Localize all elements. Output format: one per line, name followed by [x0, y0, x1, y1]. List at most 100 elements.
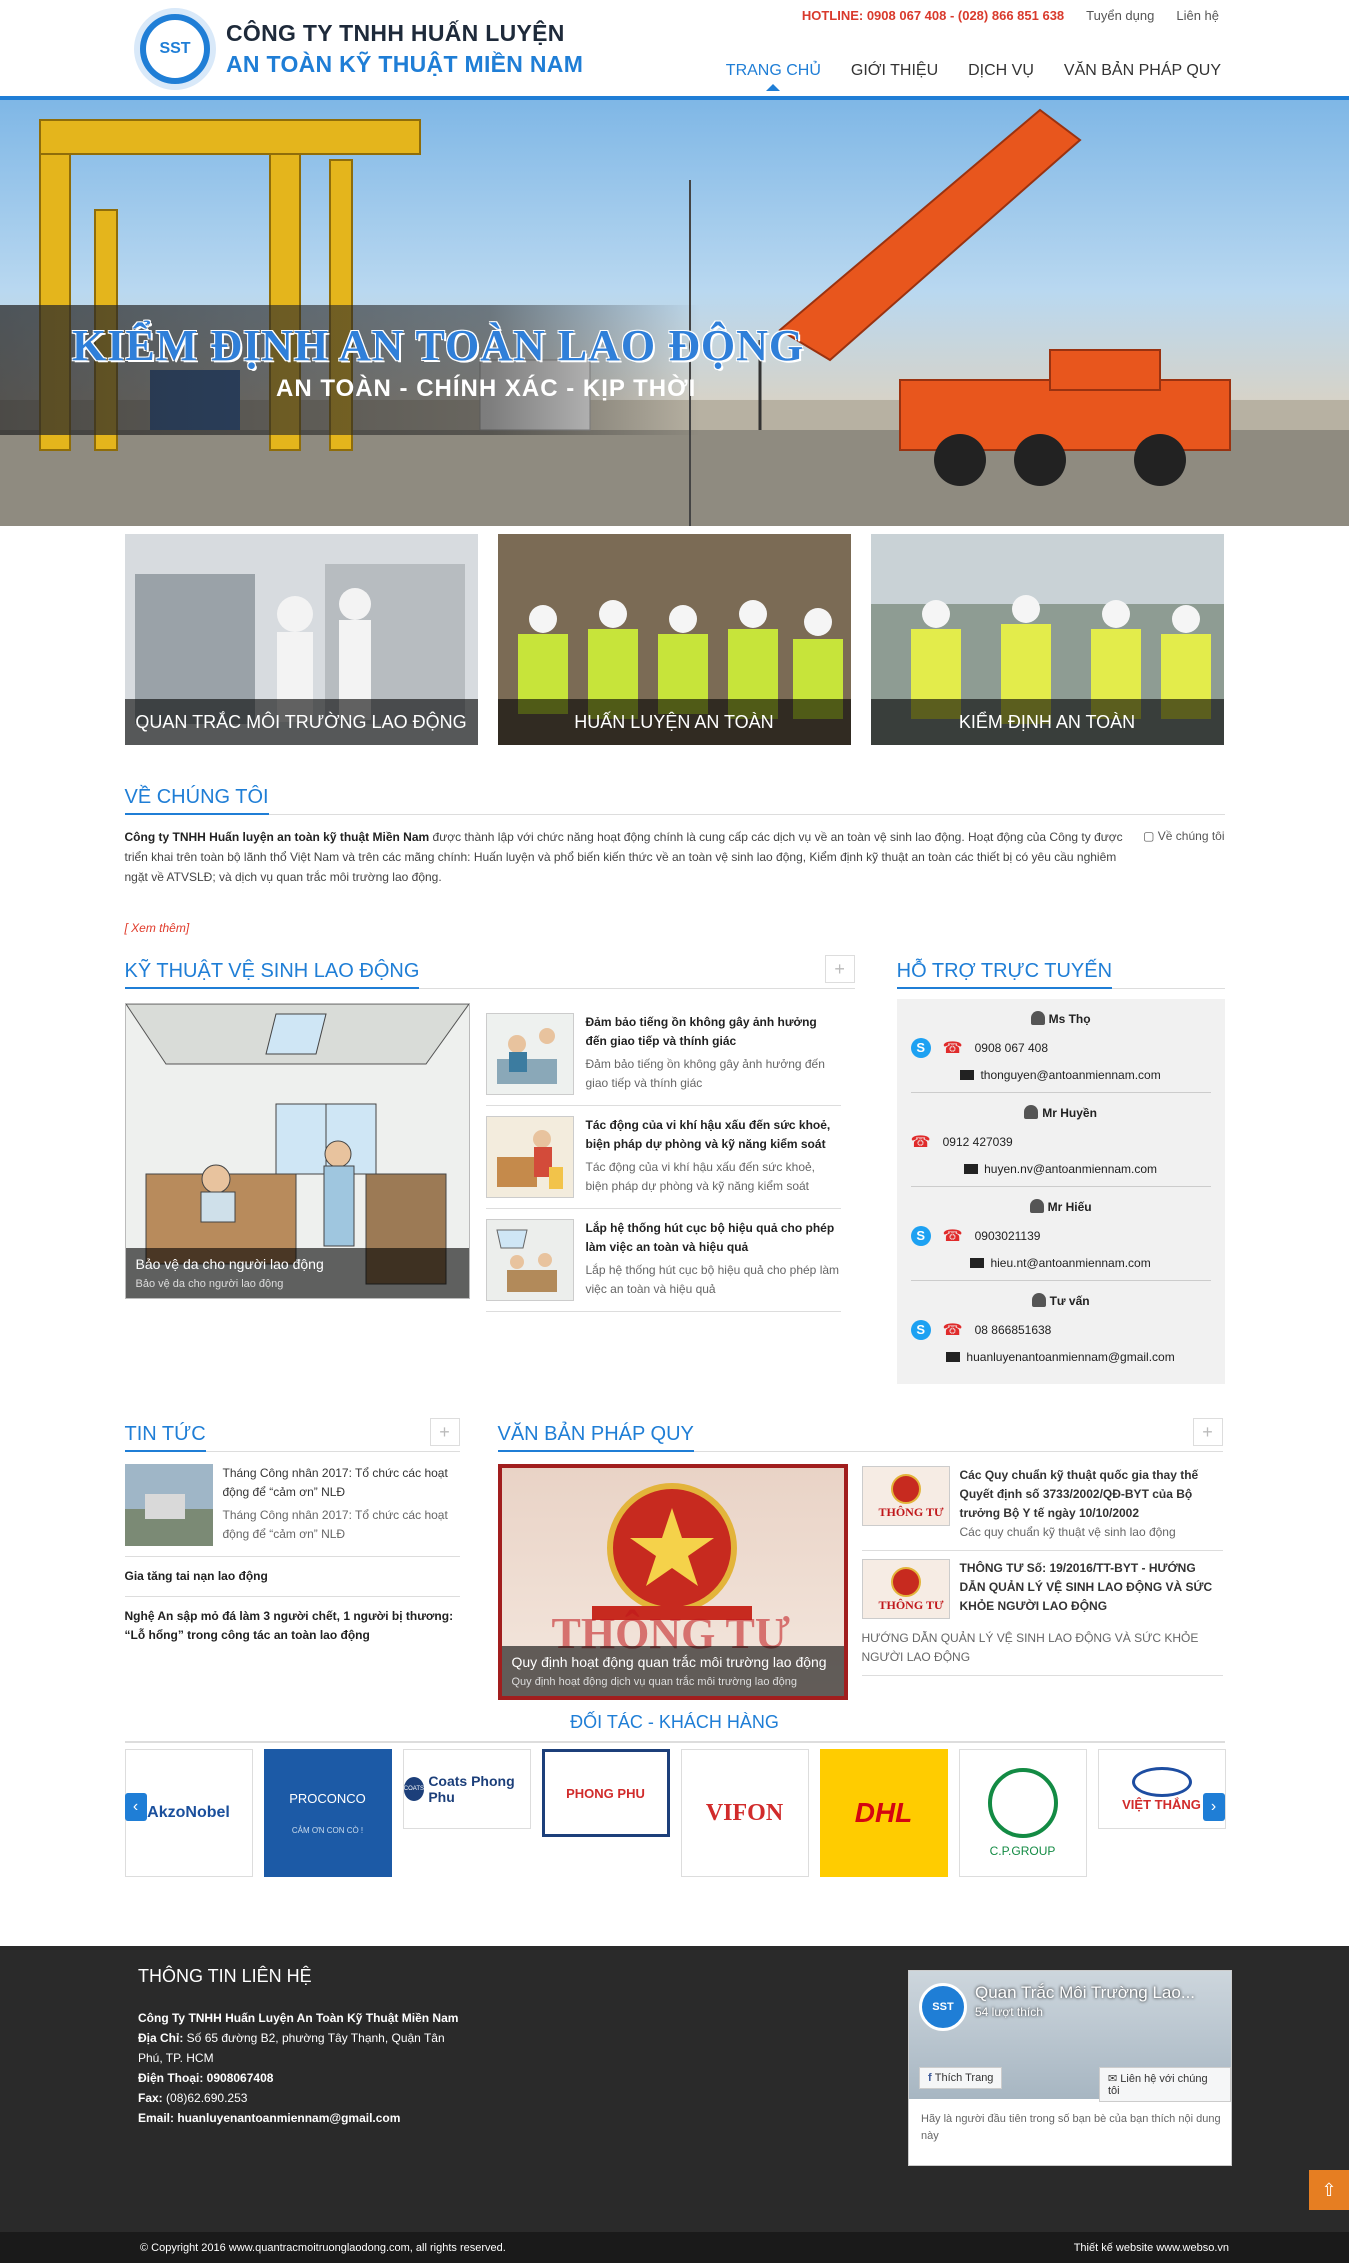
skype-icon[interactable]: S [910, 1226, 931, 1246]
partner-logo-coats[interactable]: COATS Coats Phong Phu [402, 1749, 531, 1829]
article-title[interactable]: Lắp hệ thống hút cục bộ hiệu quả cho phé… [586, 1219, 841, 1257]
footer-phone-label: Điện Thoại: [138, 2071, 204, 2085]
law-thumbnail: THÔNG TƯ [861, 1559, 950, 1619]
about-more-link[interactable]: [ Xem thêm] [125, 921, 1225, 935]
service-huan-luyen[interactable]: HUẤN LUYỆN AN TOÀN [497, 534, 851, 745]
footer-fax-label: Fax: [138, 2091, 163, 2105]
news-more-button[interactable]: + [429, 1418, 460, 1446]
service-kiem-dinh[interactable]: KIỂM ĐỊNH AN TOÀN [870, 534, 1224, 745]
news-first-item[interactable]: Tháng Công nhân 2017: Tổ chức các hoạt đ… [124, 1452, 460, 1557]
fb-page-logo[interactable]: SST [919, 1983, 967, 2031]
service-caption: KIỂM ĐỊNH AN TOÀN [870, 699, 1224, 745]
top-bar: HOTLINE: 0908 067 408 - (028) 866 851 63… [802, 8, 1219, 23]
law-feature[interactable]: THÔNG TƯ Quy định hoạt động quan trắc mô… [497, 1464, 848, 1700]
article-title[interactable]: Đảm bảo tiếng ồn không gây ảnh hưởng đến… [586, 1013, 841, 1051]
ktvs-feature-title[interactable]: Bảo vệ da cho người lao động [136, 1256, 459, 1272]
nav-trang-chu[interactable]: TRANG CHỦ [726, 62, 821, 91]
ktvs-title: KỸ THUẬT VỆ SINH LAO ĐỘNG [124, 960, 420, 989]
partner-logo-phongphu[interactable]: PHONG PHU [541, 1749, 670, 1837]
list-item[interactable]: Lắp hệ thống hút cục bộ hiệu quả cho phé… [485, 1209, 841, 1312]
user-icon [1030, 1011, 1045, 1025]
carousel-next-button[interactable]: › [1202, 1793, 1225, 1821]
support-email[interactable]: huyen.nv@antoanmiennam.com [984, 1162, 1157, 1176]
partner-logo-proconco[interactable]: PROCONCO CẢM ƠN CON CÒ ! [263, 1749, 392, 1877]
list-item[interactable]: Đảm bảo tiếng ồn không gây ảnh hưởng đến… [485, 1003, 841, 1106]
mail-icon [946, 1352, 961, 1362]
about-heading: VỀ CHÚNG TÔI [124, 781, 1225, 815]
partner-name: VIỆT THẮNG [1122, 1796, 1201, 1812]
article-title[interactable]: Tác động của vi khí hậu xấu đến sức khoẻ… [586, 1116, 841, 1154]
service-caption: HUẤN LUYỆN AN TOÀN [497, 699, 851, 745]
footer-fax-value: (08)62.690.253 [162, 2091, 248, 2105]
partner-logo-dhl[interactable]: DHL [819, 1749, 948, 1877]
logo-mark: SST [146, 20, 204, 78]
service-quan-trac[interactable]: QUAN TRẮC MÔI TRƯỜNG LAO ĐỘNG [124, 534, 478, 745]
footer-address: Địa Chỉ: Số 65 đường B2, phường Tây Thạn… [138, 2028, 468, 2068]
support-phone[interactable]: 0908 067 408 [975, 1041, 1048, 1055]
nav-van-ban-phap-quy[interactable]: VĂN BẢN PHÁP QUY [1064, 62, 1221, 80]
ktvs-feature[interactable]: Bảo vệ da cho người lao động Bảo vệ da c… [124, 1003, 470, 1299]
link-lien-he[interactable]: Liên hệ [1176, 8, 1219, 23]
phone-icon: ☎ [942, 1040, 963, 1057]
news-first-desc: Tháng Công nhân 2017: Tổ chức các hoạt đ… [222, 1508, 448, 1541]
phone-icon: ☎ [910, 1134, 931, 1151]
article-desc: Tác động của vi khí hậu xấu đến sức khoẻ… [585, 1160, 816, 1193]
user-icon [1031, 1293, 1046, 1307]
phone-icon: ☎ [942, 1228, 963, 1245]
about-image-placeholder: ▢ Về chúng tôi [1143, 829, 1225, 843]
phone-icon: ☎ [942, 1322, 963, 1339]
law-feature-title[interactable]: Quy định hoạt động quan trắc môi trường … [512, 1654, 834, 1670]
copyright-text: © Copyright 2016 www.quantracmoitruongla… [140, 2242, 506, 2254]
news-first-title[interactable]: Tháng Công nhân 2017: Tổ chức các hoạt đ… [223, 1464, 460, 1502]
back-to-top-button[interactable]: ⇧ [1309, 2170, 1349, 2210]
footer-fax: Fax: (08)62.690.253 [138, 2088, 468, 2108]
footer-email-value[interactable]: huanluyenantoanmiennam@gmail.com [174, 2111, 400, 2125]
ktvs-more-button[interactable]: + [824, 955, 855, 983]
list-item[interactable]: Tác động của vi khí hậu xấu đến sức khoẻ… [485, 1106, 841, 1209]
designer-credit[interactable]: Thiết kế website www.webso.vn [1074, 2242, 1229, 2254]
partner-logo-vifon[interactable]: VIFON [680, 1749, 809, 1877]
banner-subtitle: AN TOÀN - CHÍNH XÁC - KỊP THỜI [276, 375, 697, 402]
support-email[interactable]: thonguyen@antoanmiennam.com [980, 1068, 1160, 1082]
site-footer: THÔNG TIN LIÊN HỆ Công Ty TNHH Huấn Luyệ… [0, 1946, 1349, 2232]
law-article-title[interactable]: Các Quy chuẩn kỹ thuật quốc gia thay thế… [960, 1466, 1223, 1523]
support-phone-row: S ☎ 0908 067 408 [910, 1038, 1211, 1058]
law-thumbnail: THÔNG TƯ [861, 1466, 950, 1526]
article-text: Lắp hệ thống hút cục bộ hiệu quả cho phé… [586, 1219, 841, 1301]
ktvs-heading: KỸ THUẬT VỆ SINH LAO ĐỘNG + [124, 955, 855, 989]
carousel-prev-button[interactable]: ‹ [124, 1793, 147, 1821]
law-heading: VĂN BẢN PHÁP QUY + [497, 1418, 1223, 1452]
law-feature-desc: Quy định hoạt động dịch vụ quan trắc môi… [511, 1676, 797, 1688]
list-item[interactable]: THÔNG TƯ Các Quy chuẩn kỹ thuật quốc gia… [861, 1458, 1223, 1551]
news-item[interactable]: Nghệ An sập mỏ đá làm 3 người chết, 1 ng… [125, 1597, 460, 1655]
support-contact: Mr Hiếu S ☎ 0903021139 hieu.nt@antoanmienn… [910, 1187, 1211, 1281]
fb-page-name[interactable]: Quan Trắc Môi Trường Lao... [975, 1983, 1195, 2003]
support-email[interactable]: huanluyenantoanmiennam@gmail.com [966, 1350, 1174, 1364]
partner-name: Coats Phong Phu [428, 1773, 515, 1805]
fb-like-label: Thích Trang [934, 2072, 994, 2084]
nav-dich-vu[interactable]: DỊCH VỤ [968, 62, 1034, 80]
support-phone[interactable]: 0912 427039 [943, 1135, 1013, 1149]
partner-logo-cpgroup[interactable]: C.P.GROUP [958, 1749, 1087, 1877]
link-tuyen-dung[interactable]: Tuyển dụng [1086, 8, 1154, 23]
support-phone[interactable]: 0903021139 [975, 1229, 1041, 1243]
skype-icon[interactable]: S [910, 1320, 931, 1340]
skype-icon[interactable]: S [910, 1038, 931, 1058]
nav-gioi-thieu[interactable]: GIỚI THIỆU [851, 62, 938, 80]
support-email[interactable]: hieu.nt@antoanmiennam.com [990, 1256, 1150, 1270]
fb-like-button[interactable]: f Thích Trang [919, 2067, 1003, 2089]
news-item[interactable]: Gia tăng tai nạn lao động [124, 1557, 460, 1597]
news-thumbnail [124, 1464, 213, 1546]
user-icon [1024, 1105, 1039, 1119]
facebook-page-widget: SST Quan Trắc Môi Trường Lao... 54 lượt … [908, 1970, 1232, 2166]
fb-contact-button[interactable]: ✉ Liên hệ với chúng tôi [1099, 2067, 1231, 2102]
support-phone[interactable]: 08 866851638 [975, 1323, 1052, 1337]
support-mail-row: hieu.nt@antoanmiennam.com [911, 1256, 1211, 1270]
partner-name: AkzoNobel [147, 1804, 230, 1821]
hero-banner: KIỂM ĐỊNH AN TOÀN LAO ĐỘNG AN TOÀN - CHÍ… [0, 100, 1349, 526]
site-logo[interactable]: SST CÔNG TY TNHH HUẤN LUYỆN AN TOÀN KỸ T… [134, 8, 583, 90]
law-article-title[interactable]: THÔNG TƯ Số: 19/2016/TT-BYT - HƯỚNG DẪN … [960, 1559, 1222, 1616]
law-more-button[interactable]: + [1192, 1418, 1223, 1446]
mail-icon: ✉ [1108, 2073, 1121, 2085]
list-item[interactable]: THÔNG TƯ THÔNG TƯ Số: 19/2016/TT-BYT - H… [861, 1551, 1223, 1676]
